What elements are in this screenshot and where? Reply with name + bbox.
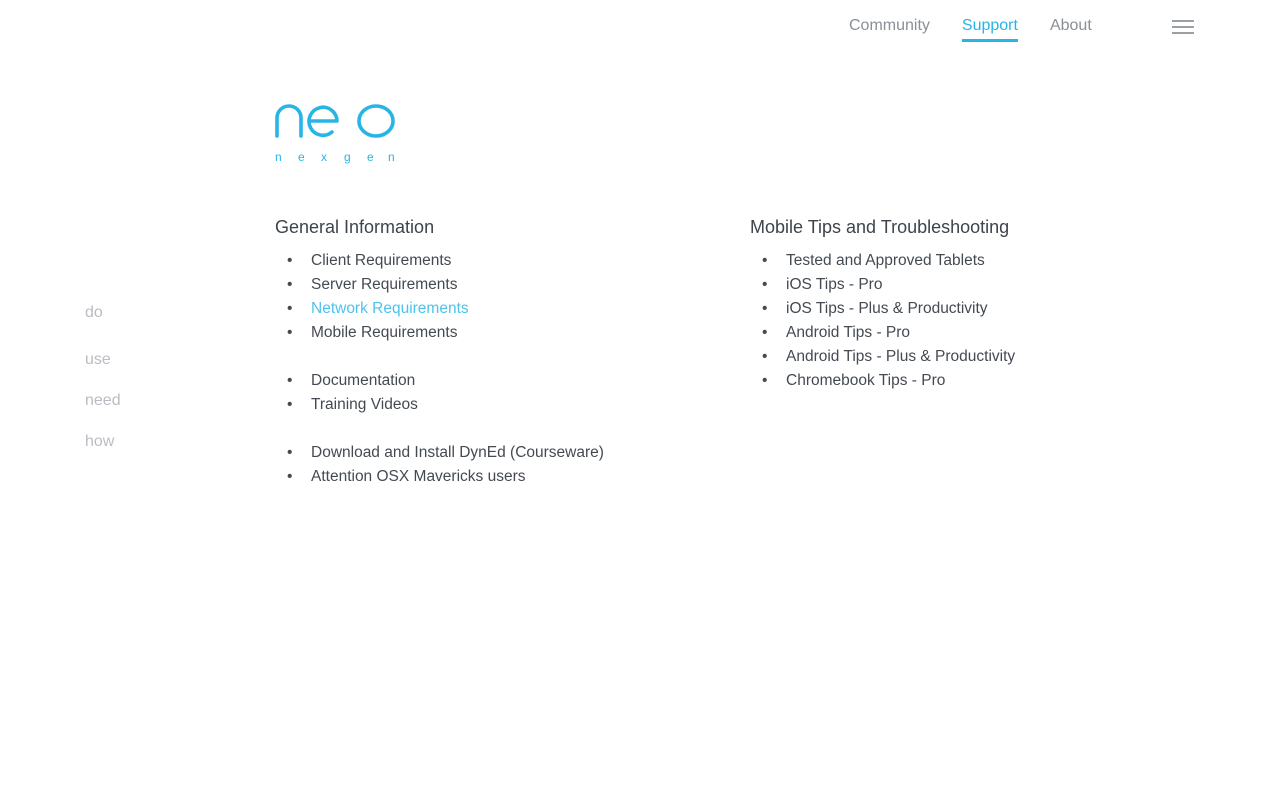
list-item-download-install[interactable]: Download and Install DynEd (Courseware) (275, 441, 695, 465)
list-item-ios-tips-plus[interactable]: iOS Tips - Plus & Productivity (750, 297, 1170, 321)
list-item-osx-mavericks[interactable]: Attention OSX Mavericks users (275, 465, 695, 489)
list-item-documentation[interactable]: Documentation (275, 369, 695, 393)
general-information-heading: General Information (275, 217, 435, 237)
list-item-mobile-requirements[interactable]: Mobile Requirements (275, 321, 695, 345)
svg-text:e: e (298, 150, 305, 164)
neo-nexgen-logo[interactable]: n e x g e n (275, 100, 396, 166)
svg-text:g: g (344, 150, 351, 164)
list-item-training-videos[interactable]: Training Videos (275, 393, 695, 417)
svg-text:n: n (275, 150, 282, 164)
top-nav: Community Support About (849, 16, 1124, 42)
general-information-list: Client Requirements Server Requirements … (275, 249, 695, 489)
svg-text:e: e (367, 150, 374, 164)
svg-text:x: x (321, 150, 327, 164)
mobile-tips-heading: Mobile Tips and Troubleshooting (750, 217, 1010, 237)
list-item-server-requirements[interactable]: Server Requirements (275, 273, 695, 297)
list-item-client-requirements[interactable]: Client Requirements (275, 249, 695, 273)
list-item-chromebook-tips-pro[interactable]: Chromebook Tips - Pro (750, 369, 1170, 393)
list-item-tested-tablets[interactable]: Tested and Approved Tablets (750, 249, 1170, 273)
list-item-android-tips-plus[interactable]: Android Tips - Plus & Productivity (750, 345, 1170, 369)
mobile-tips-list: Tested and Approved Tablets iOS Tips - P… (750, 249, 1170, 393)
svg-text:n: n (388, 150, 395, 164)
side-word-need[interactable]: need (85, 392, 121, 410)
side-word-do[interactable]: do (85, 304, 103, 322)
nav-community-link[interactable]: Community (849, 16, 930, 42)
list-item-ios-tips-pro[interactable]: iOS Tips - Pro (750, 273, 1170, 297)
nav-support-link[interactable]: Support (961, 16, 1018, 42)
side-word-how[interactable]: how (85, 433, 114, 451)
logo-mark: n e x g e n (275, 104, 395, 164)
list-item-android-tips-pro[interactable]: Android Tips - Pro (750, 321, 1170, 345)
side-word-use[interactable]: use (85, 351, 111, 369)
list-item-network-requirements[interactable]: Network Requirements (275, 297, 695, 321)
nav-about-link[interactable]: About (1050, 16, 1092, 42)
general-information-section: General Information Client Requirements … (275, 214, 695, 489)
hamburger-menu-icon[interactable] (1172, 20, 1194, 34)
mobile-tips-section: Mobile Tips and Troubleshooting Tested a… (750, 214, 1170, 393)
